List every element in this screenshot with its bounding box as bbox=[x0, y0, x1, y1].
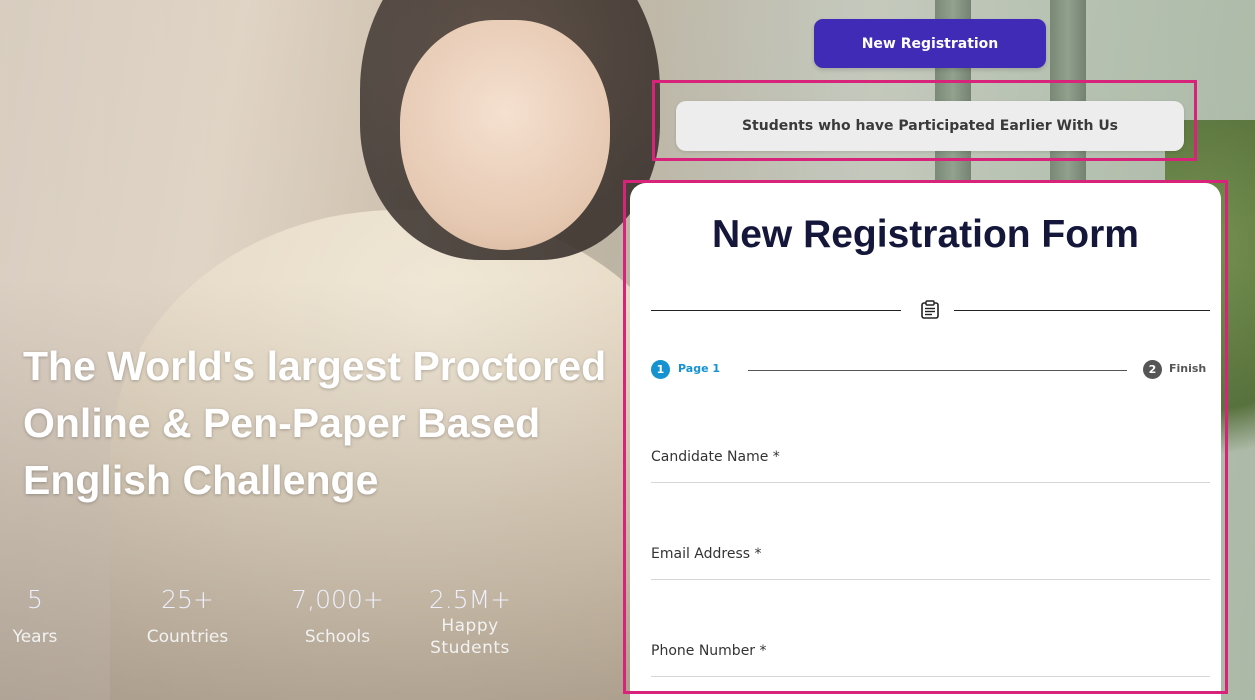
registration-page: The World's largest Proctored Online & P… bbox=[0, 0, 1255, 700]
stat-label: Years bbox=[12, 627, 58, 647]
stat-value: 2.5M+ bbox=[428, 585, 512, 614]
stat-value: 25+ bbox=[161, 585, 214, 614]
stat-years: 5 Years bbox=[10, 585, 60, 647]
stat-value: 7,000+ bbox=[291, 585, 384, 614]
stat-schools: 7,000+ Schools bbox=[290, 585, 385, 647]
hero-stats: 5 Years 25+ Countries 7,000+ Schools 2.5… bbox=[0, 585, 620, 685]
hero-title: The World's largest Proctored Online & P… bbox=[23, 343, 607, 503]
stat-countries: 25+ Countries bbox=[140, 585, 235, 647]
stat-label: Happy Students bbox=[430, 616, 510, 658]
new-registration-button[interactable]: New Registration bbox=[814, 19, 1046, 68]
stat-label: Countries bbox=[146, 627, 229, 647]
participated-earlier-button[interactable]: Students who have Participated Earlier W… bbox=[676, 101, 1184, 151]
registration-form-highlight bbox=[623, 180, 1228, 694]
stat-label: Schools bbox=[304, 627, 371, 647]
stat-value: 5 bbox=[27, 585, 43, 614]
stat-happy-students: 2.5M+ Happy Students bbox=[415, 585, 525, 659]
